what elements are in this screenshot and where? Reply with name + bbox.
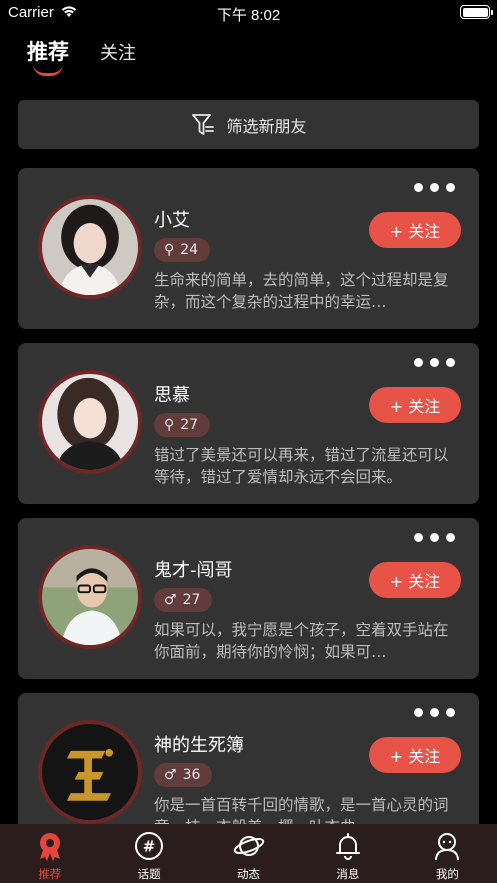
user-card[interactable]: 思慕 ⚲ 27 错过了美景还可以再来，错过了流星还可以等待，错过了爱情却永远不会… bbox=[18, 343, 479, 504]
more-options-icon[interactable] bbox=[414, 708, 455, 717]
avatar[interactable] bbox=[38, 195, 142, 299]
more-options-icon[interactable] bbox=[414, 183, 455, 192]
filter-icon bbox=[192, 113, 215, 135]
tab-label: 消息 bbox=[336, 867, 360, 881]
nickname: 小艾 bbox=[154, 210, 190, 231]
planet-icon bbox=[233, 836, 264, 856]
more-options-icon[interactable] bbox=[414, 358, 455, 367]
gender-age-badge: ♂ 27 bbox=[154, 588, 213, 612]
age: 27 bbox=[182, 592, 201, 608]
top-tabs: 推荐 关注 bbox=[0, 36, 497, 80]
user-icon bbox=[435, 833, 460, 860]
tab-label: 动态 bbox=[237, 867, 261, 881]
male-icon: ♂ bbox=[164, 592, 177, 608]
tab-label: 话题 bbox=[137, 867, 161, 881]
bio-text: 错过了美景还可以再来，错过了流星还可以等待，错过了爱情却永远不会回来。 bbox=[154, 446, 449, 486]
tab-moments[interactable]: 动态 bbox=[199, 824, 298, 883]
age: 24 bbox=[180, 242, 199, 258]
svg-text:#: # bbox=[143, 838, 156, 856]
status-bar: Carrier 下午 8:02 bbox=[0, 0, 497, 26]
male-icon: ♂ bbox=[164, 767, 177, 783]
bio-text: 生命来的简单，去的简单，这个过程却是复杂，而这个复杂的过程中的幸运… bbox=[154, 271, 449, 311]
tab-label: 我的 bbox=[435, 867, 459, 881]
tab-label: 推荐 bbox=[38, 867, 62, 881]
age: 27 bbox=[180, 417, 199, 433]
avatar[interactable] bbox=[38, 370, 142, 474]
tab-messages[interactable]: 消息 bbox=[298, 824, 397, 883]
user-card[interactable]: 鬼才-闯哥 ♂ 27 如果可以，我宁愿是个孩子，空着双手站在你面前，期待你的怜悯… bbox=[18, 518, 479, 679]
tab-topics[interactable]: # 话题 bbox=[99, 824, 198, 883]
nickname: 神的生死簿 bbox=[154, 735, 244, 756]
tab-profile[interactable]: 我的 bbox=[398, 824, 497, 883]
filter-new-friends-button[interactable]: 筛选新朋友 bbox=[18, 100, 479, 149]
nickname: 鬼才-闯哥 bbox=[154, 560, 233, 581]
filter-label: 筛选新朋友 bbox=[226, 116, 307, 136]
female-icon: ⚲ bbox=[164, 242, 175, 258]
recommend-icon bbox=[39, 833, 60, 861]
battery-icon bbox=[460, 5, 493, 19]
status-time: 下午 8:02 bbox=[216, 7, 281, 24]
age: 36 bbox=[182, 767, 201, 783]
bottom-tab-bar: 推荐 # 话题 动态 消息 我的 bbox=[0, 824, 497, 883]
tab-follow[interactable]: 关注 bbox=[100, 39, 136, 65]
active-tab-indicator bbox=[33, 64, 63, 76]
gender-age-badge: ⚲ 27 bbox=[154, 413, 211, 437]
follow-button[interactable]: + 关注 bbox=[369, 212, 461, 248]
tab-recommend-bottom[interactable]: 推荐 bbox=[0, 824, 99, 883]
bio-text: 如果可以，我宁愿是个孩子，空着双手站在你面前，期待你的怜悯；如果可… bbox=[154, 621, 449, 661]
gender-age-badge: ♂ 36 bbox=[154, 763, 213, 787]
female-icon: ⚲ bbox=[164, 417, 175, 433]
avatar[interactable] bbox=[38, 720, 142, 824]
follow-button[interactable]: + 关注 bbox=[369, 562, 461, 598]
hashtag-icon: # bbox=[135, 832, 164, 860]
follow-button[interactable]: + 关注 bbox=[369, 387, 461, 423]
gender-age-badge: ⚲ 24 bbox=[154, 238, 211, 262]
tab-recommend[interactable]: 推荐 bbox=[27, 36, 69, 66]
avatar[interactable] bbox=[38, 545, 142, 649]
user-card[interactable]: 小艾 ⚲ 24 生命来的简单，去的简单，这个过程却是复杂，而这个复杂的过程中的幸… bbox=[18, 168, 479, 329]
nickname: 思慕 bbox=[154, 385, 190, 406]
more-options-icon[interactable] bbox=[414, 533, 455, 542]
follow-button[interactable]: + 关注 bbox=[369, 737, 461, 773]
bell-icon bbox=[335, 833, 360, 860]
